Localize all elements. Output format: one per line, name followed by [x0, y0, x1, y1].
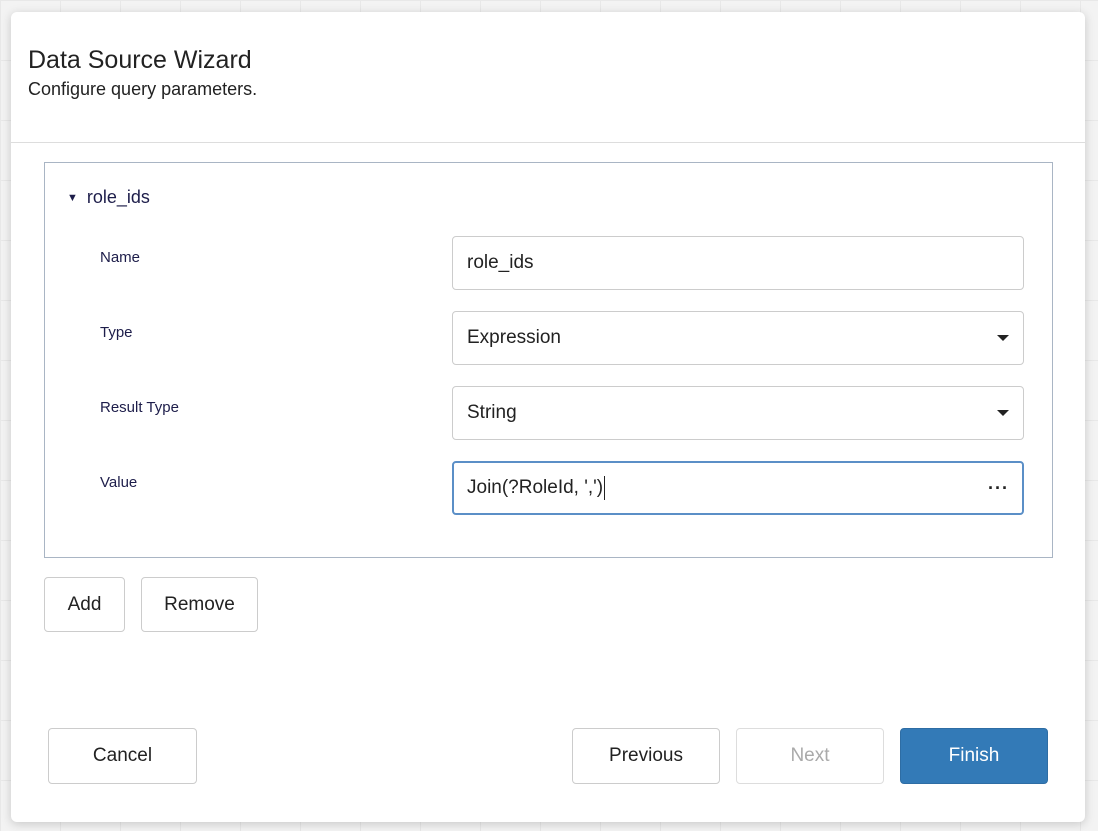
remove-button[interactable]: Remove — [141, 577, 258, 632]
dialog-subtitle: Configure query parameters. — [28, 79, 258, 99]
result-type-label: Result Type — [100, 399, 179, 416]
previous-button[interactable]: Previous — [572, 728, 720, 784]
result-type-select[interactable]: String — [452, 386, 1024, 440]
value-label: Value — [100, 474, 138, 491]
name-label: Name — [100, 249, 141, 266]
parameter-group-toggle[interactable]: ▼ role_ids — [67, 187, 150, 208]
type-select[interactable]: Expression — [452, 311, 1024, 365]
value-input[interactable]: Join(?RoleId, ',') ··· — [452, 461, 1024, 515]
parameters-panel: ▼ role_ids Name role_ids Type Expression… — [44, 162, 1053, 558]
dialog-title: Data Source Wizard — [28, 46, 252, 74]
ellipsis-icon[interactable]: ··· — [988, 478, 1009, 499]
chevron-down-icon — [997, 410, 1009, 416]
parameter-group-label: role_ids — [86, 187, 150, 207]
add-button[interactable]: Add — [44, 577, 125, 632]
chevron-down-icon — [997, 335, 1009, 341]
cancel-button[interactable]: Cancel — [48, 728, 197, 784]
finish-button[interactable]: Finish — [900, 728, 1048, 784]
next-button[interactable]: Next — [736, 728, 884, 784]
data-source-wizard-dialog: Data Source Wizard Configure query param… — [11, 12, 1085, 822]
type-label: Type — [100, 324, 133, 341]
caret-down-icon: ▼ — [67, 191, 78, 204]
name-input[interactable]: role_ids — [452, 236, 1024, 290]
dialog-header: Data Source Wizard Configure query param… — [11, 12, 1085, 143]
text-cursor — [604, 476, 606, 500]
